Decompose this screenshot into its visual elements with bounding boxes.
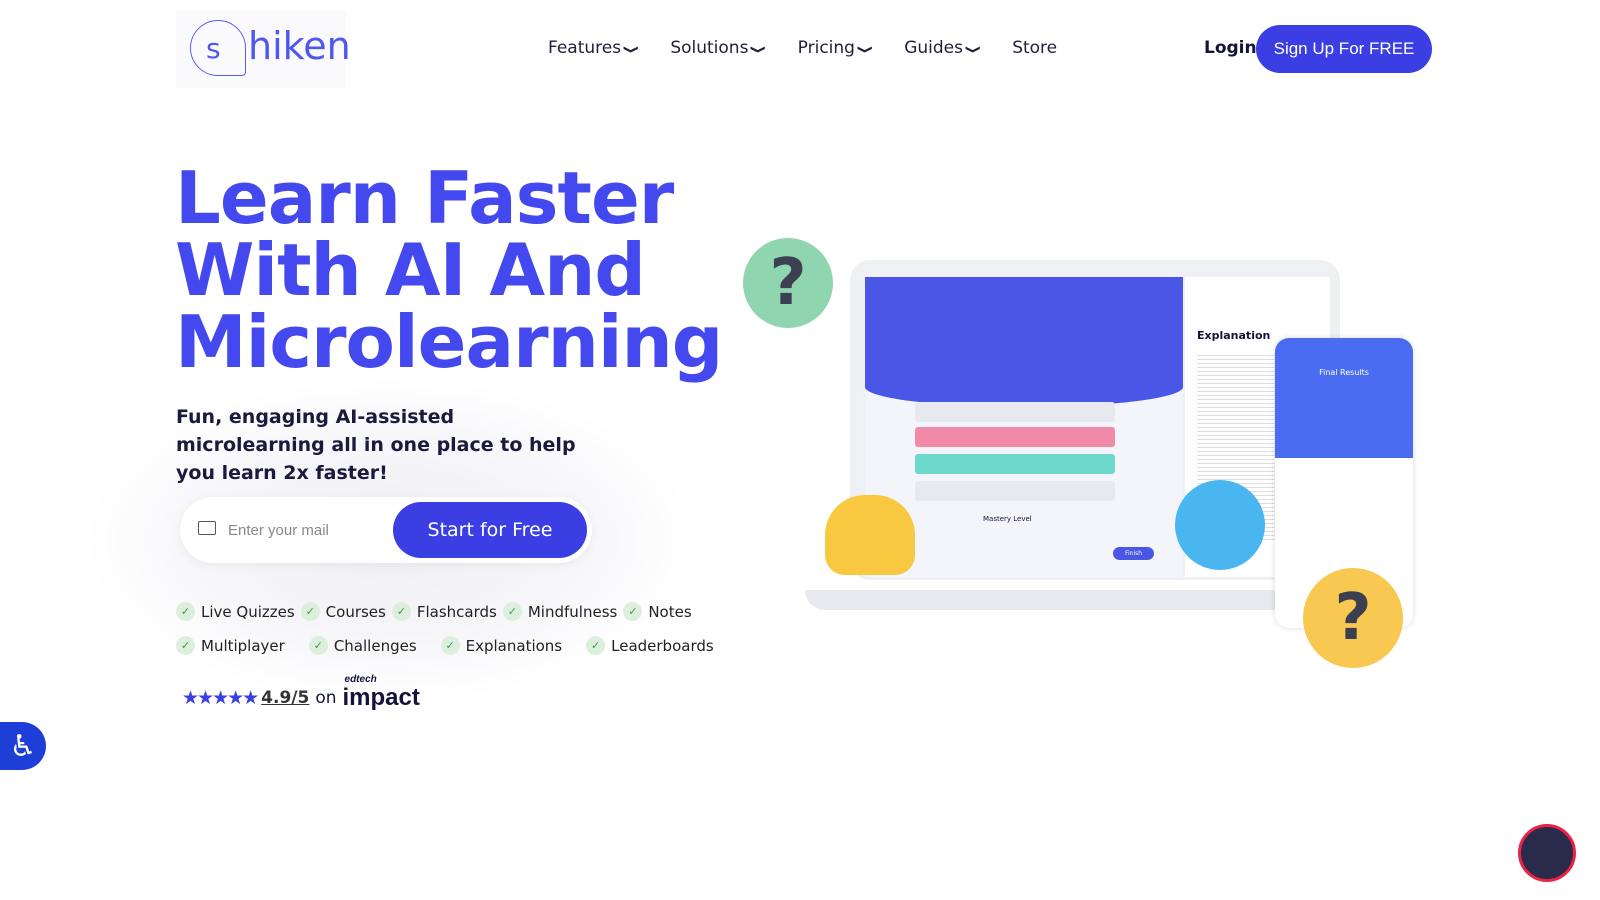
- feature-label: Courses: [325, 602, 386, 621]
- edtech-impact-logo[interactable]: edtech impact: [343, 674, 420, 712]
- check-icon: ✓: [176, 636, 195, 655]
- check-icon: ✓: [176, 602, 195, 621]
- nav-features[interactable]: Features ❯: [548, 38, 640, 58]
- feature-label: Mindfulness: [527, 602, 618, 621]
- shiken-logo[interactable]: s hiken: [176, 10, 351, 88]
- check-icon: ✓: [586, 636, 606, 655]
- blue-monster: [1175, 480, 1265, 570]
- feature-item: ✓ Notes: [623, 602, 692, 621]
- check-icon: ✓: [502, 602, 522, 621]
- feature-item: ✓ Challenges: [308, 636, 417, 655]
- hero-title: Learn Faster With AI And Microlearning: [175, 156, 723, 384]
- feature-label: Notes: [648, 602, 692, 621]
- chevron-down-icon: ❯: [623, 44, 641, 55]
- nav-solutions[interactable]: Solutions ❯: [670, 38, 767, 58]
- nav-store[interactable]: Store: [1012, 38, 1057, 58]
- feature-item: ✓ Flashcards: [391, 602, 497, 621]
- nav-guides[interactable]: Guides ❯: [904, 38, 982, 58]
- feature-item: ✓ Leaderboards: [586, 636, 714, 655]
- mail-icon: [198, 521, 216, 535]
- feature-item: ✓ Live Quizzes: [176, 602, 295, 621]
- accessibility-icon: ♿︎: [9, 728, 37, 764]
- rating: ★★★★★ 4.9/5 on edtech impact: [182, 674, 420, 712]
- feature-item: ✓ Multiplayer: [176, 636, 285, 655]
- check-icon: ✓: [308, 636, 328, 655]
- question-bubble-icon: ?: [743, 238, 833, 328]
- feature-item: ✓ Courses: [300, 602, 386, 621]
- feature-label: Leaderboards: [611, 636, 714, 655]
- feature-label: Challenges: [333, 636, 417, 655]
- feature-label: Multiplayer: [201, 636, 285, 655]
- question-bubble-icon: ?: [1303, 568, 1403, 668]
- chevron-down-icon: ❯: [857, 44, 875, 55]
- login-link[interactable]: Login: [1204, 38, 1257, 58]
- hero-subtitle: Fun, engaging AI-assisted microlearning …: [176, 406, 576, 484]
- check-icon: ✓: [300, 602, 320, 621]
- star-icons: ★★★★★: [182, 687, 259, 709]
- check-icon: ✓: [623, 602, 643, 621]
- feature-label: Explanations: [465, 636, 563, 655]
- accessibility-button[interactable]: ♿︎: [0, 722, 46, 770]
- signup-form: Start for Free: [180, 497, 592, 563]
- check-icon: ✓: [440, 636, 460, 655]
- features-row-2: ✓ Multiplayer ✓ Challenges ✓ Explanations ✓ Lea…: [176, 636, 738, 655]
- feature-label: Flashcards: [416, 602, 497, 621]
- main-nav: Features ❯ Solutions ❯ Pricing ❯ Guides ❯ St…: [548, 38, 1057, 58]
- feature-item: ✓ Mindfulness: [502, 602, 618, 621]
- features-row-1: ✓ Live Quizzes ✓ Courses ✓ Flashcards ✓ Mindful…: [176, 602, 698, 621]
- rating-on: on: [315, 688, 337, 708]
- email-input[interactable]: [228, 515, 378, 545]
- finish-label: Finish: [1113, 547, 1155, 560]
- hero-illustration: ? Mastery Level Finish Explanation Final…: [743, 238, 1435, 680]
- check-icon: ✓: [391, 602, 411, 621]
- start-free-button[interactable]: Start for Free: [393, 502, 587, 558]
- nav-pricing[interactable]: Pricing ❯: [798, 38, 875, 58]
- logo-letter: s: [206, 32, 221, 65]
- mastery-label: Mastery Level: [983, 515, 1032, 523]
- feature-label: Live Quizzes: [201, 602, 295, 621]
- feature-item: ✓ Explanations: [440, 636, 563, 655]
- chatbot-button[interactable]: [1518, 824, 1576, 882]
- yellow-monster: [825, 495, 915, 575]
- rating-score[interactable]: 4.9/5: [261, 688, 309, 708]
- chevron-down-icon: ❯: [965, 44, 983, 55]
- signup-button[interactable]: Sign Up For FREE: [1256, 25, 1432, 73]
- chevron-down-icon: ❯: [750, 44, 768, 55]
- logo-text: hiken: [248, 24, 351, 68]
